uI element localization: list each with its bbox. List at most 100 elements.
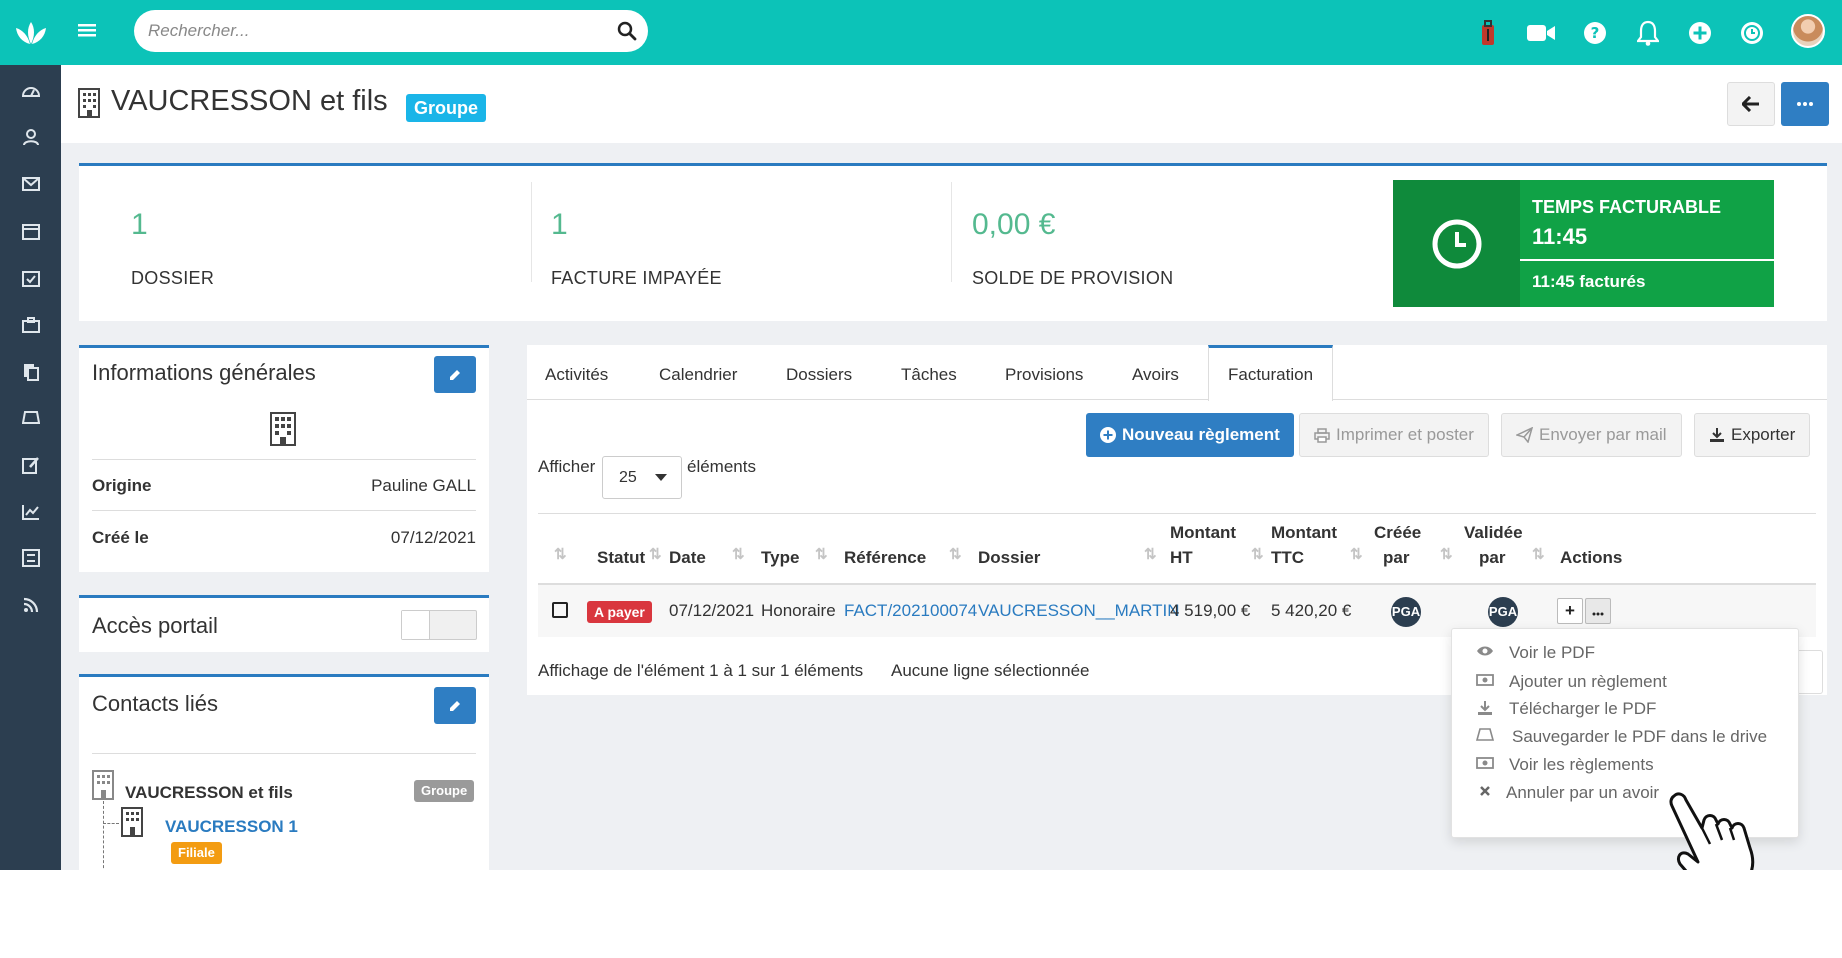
temps-facturable-widget[interactable]: TEMPS FACTURABLE 11:45 11:45 facturés <box>1393 180 1774 307</box>
tab-activites[interactable]: Activités <box>545 345 608 400</box>
sidebar-rss-icon[interactable] <box>0 585 61 625</box>
nouveau-reglement-button[interactable]: Nouveau règlement <box>1086 413 1294 457</box>
page-title: VAUCRESSON et fils <box>111 85 388 117</box>
kpi-facture-impayee[interactable]: 1 FACTURE IMPAYÉE <box>551 182 901 288</box>
menu-item-ajouter-reglement[interactable]: Ajouter un règlement <box>1452 668 1800 698</box>
menu-item-voir-reglements[interactable]: Voir les règlements <box>1452 751 1800 781</box>
length-suffix: éléments <box>687 457 756 476</box>
validator-avatar: PGA <box>1488 597 1518 627</box>
help-icon[interactable]: ? <box>1578 16 1612 50</box>
menu-item-label: Sauvegarder le PDF dans le drive <box>1512 727 1768 746</box>
col-montant-ttc[interactable]: Montant <box>1271 520 1337 545</box>
sidebar-calculator-icon[interactable] <box>0 538 61 578</box>
sort-icon[interactable]: ⇅ <box>815 545 828 563</box>
sort-icon[interactable]: ⇅ <box>949 545 962 563</box>
tab-avoirs[interactable]: Avoirs <box>1132 345 1179 400</box>
eye-icon <box>1476 644 1494 662</box>
menu-item-telecharger-pdf[interactable]: Télécharger le PDF <box>1452 695 1800 725</box>
add-circle-icon[interactable] <box>1683 16 1717 50</box>
edit-info-button[interactable] <box>434 356 476 393</box>
sidebar-mail-icon[interactable] <box>0 164 61 204</box>
row-actions-button[interactable] <box>1585 598 1611 624</box>
clock-icon[interactable] <box>1735 16 1769 50</box>
sort-icon[interactable]: ⇅ <box>1251 545 1264 563</box>
portal-access-toggle[interactable] <box>401 610 477 640</box>
video-icon[interactable] <box>1523 16 1559 50</box>
contact-link[interactable]: VAUCRESSON 1 <box>165 817 298 837</box>
tab-calendrier[interactable]: Calendrier <box>659 345 737 400</box>
sort-icon[interactable]: ⇅ <box>732 545 745 563</box>
panel-title: Informations générales <box>92 360 316 385</box>
menu-item-sauvegarder-drive[interactable]: Sauvegarder le PDF dans le drive <box>1452 723 1800 753</box>
menu-item-label: Télécharger le PDF <box>1509 699 1657 718</box>
sidebar-briefcase-icon[interactable] <box>0 305 61 345</box>
more-options-button[interactable] <box>1781 82 1829 126</box>
col-montant-ht-unit[interactable]: HT <box>1170 545 1193 570</box>
col-dossier[interactable]: Dossier <box>978 545 1040 570</box>
tab-taches[interactable]: Tâches <box>901 345 957 400</box>
col-montant-ttc-unit[interactable]: TTC <box>1271 545 1304 570</box>
sidebar <box>0 65 61 870</box>
sidebar-tasks-icon[interactable] <box>0 258 61 298</box>
col-creee-par-2[interactable]: par <box>1383 545 1409 570</box>
user-avatar[interactable] <box>1791 14 1825 48</box>
page-length-select[interactable]: 25 <box>602 456 682 499</box>
search-icon[interactable] <box>616 20 638 42</box>
exporter-button[interactable]: Exporter <box>1694 413 1811 457</box>
filiale-badge: Filiale <box>171 842 222 864</box>
sort-icon[interactable]: ⇅ <box>1350 545 1363 563</box>
kpi-solde-provision[interactable]: 0,00 € SOLDE DE PROVISION <box>972 182 1322 288</box>
sort-icon[interactable]: ⇅ <box>1440 545 1453 563</box>
search-input[interactable] <box>148 10 588 52</box>
col-creee-par[interactable]: Créée <box>1374 520 1421 545</box>
kpi-divider <box>531 182 532 282</box>
tab-facturation[interactable]: Facturation <box>1208 345 1334 401</box>
sidebar-dashboard-icon[interactable] <box>0 71 61 111</box>
col-validee-par-2[interactable]: par <box>1479 545 1505 570</box>
sidebar-documents-icon[interactable] <box>0 352 61 392</box>
col-statut[interactable]: Statut <box>597 545 645 570</box>
sidebar-drive-icon[interactable] <box>0 398 61 438</box>
menu-toggle-icon[interactable] <box>78 20 96 44</box>
tab-dossiers[interactable]: Dossiers <box>786 345 852 400</box>
col-validee-par[interactable]: Validée <box>1464 520 1523 545</box>
imprimer-poster-button[interactable]: Imprimer et poster <box>1299 413 1489 457</box>
sidebar-calendar-icon[interactable] <box>0 211 61 251</box>
bell-icon[interactable] <box>1631 16 1665 50</box>
sort-icon[interactable]: ⇅ <box>649 545 662 563</box>
sort-icon[interactable]: ⇅ <box>554 545 567 563</box>
back-button[interactable] <box>1727 82 1775 126</box>
cell-date: 07/12/2021 <box>669 601 755 620</box>
sort-icon[interactable]: ⇅ <box>1144 545 1157 563</box>
sidebar-stats-icon[interactable] <box>0 492 61 532</box>
cell-reference-link[interactable]: FACT/202100074 <box>844 585 977 637</box>
page-header: VAUCRESSON et fils Groupe <box>61 65 1842 143</box>
row-checkbox[interactable] <box>552 602 568 618</box>
col-reference[interactable]: Référence <box>844 545 926 570</box>
sidebar-edit-icon[interactable] <box>0 445 61 485</box>
info-value: Pauline GALL <box>371 476 476 495</box>
tab-provisions[interactable]: Provisions <box>1005 345 1083 400</box>
col-actions: Actions <box>1560 548 1623 567</box>
contact-name[interactable]: VAUCRESSON et fils <box>125 783 293 803</box>
cell-dossier-link[interactable]: VAUCRESSON__MARTIN <box>978 585 1180 637</box>
sidebar-contacts-icon[interactable] <box>0 117 61 157</box>
money-icon <box>1476 756 1494 774</box>
paper-plane-icon <box>1516 427 1533 443</box>
edit-contacts-button[interactable] <box>434 687 476 724</box>
app-logo-icon[interactable] <box>0 0 61 65</box>
group-badge: Groupe <box>414 780 475 802</box>
kpi-dossier[interactable]: 1 DOSSIER <box>131 182 481 288</box>
table-header: ⇅ Statut ⇅ Date ⇅ Type ⇅ Référence ⇅ Dos… <box>538 513 1816 585</box>
col-date[interactable]: Date <box>669 545 706 570</box>
sort-icon[interactable]: ⇅ <box>1532 545 1545 563</box>
kpi-value: 1 <box>551 208 568 241</box>
menu-item-voir-pdf[interactable]: Voir le PDF <box>1452 639 1800 669</box>
suitcase-timer-icon[interactable] <box>1473 16 1503 50</box>
envoyer-mail-button[interactable]: Envoyer par mail <box>1501 413 1682 457</box>
col-montant-ht[interactable]: Montant <box>1170 520 1236 545</box>
tab-bar: Activités Calendrier Dossiers Tâches Pro… <box>527 345 1827 401</box>
search-box <box>134 10 648 52</box>
row-add-button[interactable]: + <box>1557 598 1583 624</box>
col-type[interactable]: Type <box>761 545 799 570</box>
